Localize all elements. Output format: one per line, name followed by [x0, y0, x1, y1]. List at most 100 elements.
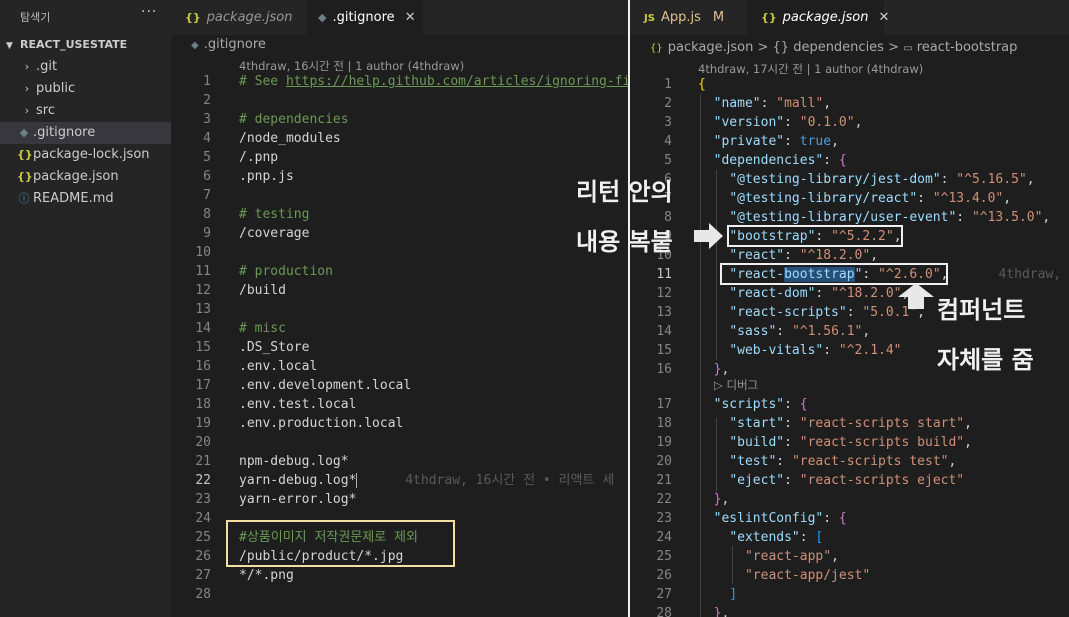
- line-number: 17: [195, 378, 211, 393]
- line-number: 17: [656, 397, 672, 412]
- breadcrumb-separator: >: [888, 40, 899, 55]
- line-number: 22: [656, 492, 672, 507]
- code-line-1[interactable]: {: [698, 75, 706, 94]
- code-line-7[interactable]: "@testing-library/react": "^13.4.0",: [698, 189, 1011, 208]
- code-line-6[interactable]: "@testing-library/jest-dom": "^5.16.5",: [698, 170, 1034, 189]
- tab-app-js[interactable]: JS App.js M: [630, 0, 747, 35]
- code-line-12[interactable]: /build: [239, 281, 286, 300]
- code-line-19[interactable]: .env.production.local: [239, 414, 403, 433]
- breadcrumb-file[interactable]: package.json: [668, 40, 754, 55]
- line-number: 21: [656, 473, 672, 488]
- code-line-13[interactable]: "react-scripts": "5.0.1",: [698, 303, 925, 322]
- code-line-5[interactable]: /.pnp: [239, 148, 278, 167]
- tree-item-label: package.json: [33, 169, 119, 184]
- code-line-16[interactable]: .env.local: [239, 357, 317, 376]
- code-line-14[interactable]: # misc: [239, 319, 286, 338]
- code-line-18[interactable]: "start": "react-scripts start",: [698, 414, 972, 433]
- code-line-19[interactable]: "build": "react-scripts build",: [698, 433, 972, 452]
- code-line-24[interactable]: "extends": [: [698, 528, 823, 547]
- line-number: 20: [656, 454, 672, 469]
- project-folder[interactable]: ▼ REACT_USESTATE: [6, 38, 127, 51]
- code-line-18[interactable]: .env.test.local: [239, 395, 356, 414]
- arrow-right-icon: [694, 223, 723, 249]
- tree-item-label: .git: [36, 59, 58, 74]
- line-number: 4: [664, 134, 672, 149]
- code-line-27[interactable]: ]: [698, 585, 737, 604]
- breadcrumb-dependencies[interactable]: {} dependencies: [773, 40, 884, 55]
- code-line-12[interactable]: "react-dom": "^18.2.0",: [698, 284, 909, 303]
- blame-codelens[interactable]: 4thdraw, 17시간 전 | 1 author (4thdraw): [698, 61, 923, 77]
- highlight-box-bootstrap: [727, 225, 903, 247]
- code-line-21[interactable]: "eject": "react-scripts eject": [698, 471, 964, 490]
- code-line-20[interactable]: "test": "react-scripts test",: [698, 452, 956, 471]
- code-line-27[interactable]: */*.png: [239, 566, 294, 585]
- breadcrumb-react-bootstrap[interactable]: react-bootstrap: [917, 40, 1018, 55]
- code-line-17[interactable]: .env.development.local: [239, 376, 411, 395]
- tab-gitignore[interactable]: ◆ .gitignore ✕: [306, 0, 423, 35]
- code-line-2[interactable]: "name": "mall",: [698, 94, 831, 113]
- line-number: 20: [195, 435, 211, 450]
- more-actions-button[interactable]: ···: [141, 4, 157, 20]
- close-icon[interactable]: ✕: [405, 10, 416, 25]
- git-file-icon: ◆: [318, 11, 327, 24]
- code-line-11[interactable]: # production: [239, 262, 333, 281]
- code-line-14[interactable]: "sass": "^1.56.1",: [698, 322, 870, 341]
- debug-codelens[interactable]: ▷ 디버그: [714, 376, 758, 395]
- code-line-28[interactable]: },: [698, 604, 730, 617]
- json-file-icon: {}: [17, 148, 33, 161]
- code-line-15[interactable]: "web-vitals": "^2.1.4": [698, 341, 901, 360]
- git-file-icon: ◆: [19, 126, 29, 139]
- line-number: 14: [656, 324, 672, 339]
- code-line-6[interactable]: .pnp.js: [239, 167, 294, 186]
- line-number: 6: [203, 169, 211, 184]
- line-number: 13: [656, 305, 672, 320]
- tree-item-readme[interactable]: ⓘ README.md: [0, 188, 171, 210]
- tree-item-git[interactable]: › .git: [0, 56, 171, 78]
- line-number: 3: [203, 112, 211, 127]
- tree-item-package-json[interactable]: {}package.json: [0, 166, 171, 188]
- tree-item-package-lock[interactable]: {}package-lock.json: [0, 144, 171, 166]
- code-line-22[interactable]: },: [698, 490, 730, 509]
- close-icon[interactable]: ✕: [879, 10, 890, 25]
- tab-label: package.json: [206, 10, 293, 25]
- code-line-3[interactable]: "version": "0.1.0",: [698, 113, 863, 132]
- line-number: 8: [203, 207, 211, 222]
- git-file-icon: ◆: [191, 40, 199, 51]
- tab-label: .gitignore: [332, 10, 395, 25]
- line-number: 7: [203, 188, 211, 203]
- code-line-17[interactable]: "scripts": {: [698, 395, 808, 414]
- line-number: 28: [195, 587, 211, 602]
- tab-package-json[interactable]: {} package.json: [171, 0, 306, 35]
- line-number: 24: [195, 511, 211, 526]
- code-line-3[interactable]: # dependencies: [239, 110, 349, 129]
- line-number: 27: [195, 568, 211, 583]
- annotation-component-line2: 자체를 줌: [937, 346, 1034, 374]
- line-number: 10: [195, 245, 211, 260]
- code-line-8[interactable]: # testing: [239, 205, 309, 224]
- info-icon: ⓘ: [18, 192, 30, 205]
- line-number: 16: [195, 359, 211, 374]
- comment-link[interactable]: https://help.github.com/articles/ignorin…: [286, 74, 628, 89]
- arrow-up-icon: [898, 283, 934, 309]
- code-line-4[interactable]: "private": true,: [698, 132, 839, 151]
- code-line-5[interactable]: "dependencies": {: [698, 151, 847, 170]
- code-line-23[interactable]: "eslintConfig": {: [698, 509, 847, 528]
- tree-item-src[interactable]: › src: [0, 100, 171, 122]
- code-line-9[interactable]: /coverage: [239, 224, 309, 243]
- tab-package-json[interactable]: {} package.json ✕: [747, 0, 889, 35]
- chevron-right-icon: ›: [24, 60, 30, 73]
- left-tab-bar: {} package.json ◆ .gitignore ✕: [171, 0, 628, 35]
- code-line-25[interactable]: "react-app",: [698, 547, 839, 566]
- code-line-4[interactable]: /node_modules: [239, 129, 341, 148]
- tree-item-gitignore[interactable]: ◆ .gitignore: [0, 122, 171, 144]
- breadcrumb[interactable]: {} package.json > {} dependencies > ▭ rea…: [650, 40, 1017, 55]
- tree-item-public[interactable]: › public: [0, 78, 171, 100]
- code-line-15[interactable]: .DS_Store: [239, 338, 309, 357]
- breadcrumb[interactable]: ◆ .gitignore: [191, 37, 266, 52]
- code-line-23[interactable]: yarn-error.log*: [239, 490, 356, 509]
- line-number: 15: [195, 340, 211, 355]
- code-line-1[interactable]: # See https://help.github.com/articles/i…: [239, 72, 628, 91]
- code-line-22[interactable]: yarn-debug.log* 4thdraw, 16시간 전 • 리액트 세: [239, 471, 614, 490]
- code-line-21[interactable]: npm-debug.log*: [239, 452, 349, 471]
- code-line-26[interactable]: "react-app/jest": [698, 566, 870, 585]
